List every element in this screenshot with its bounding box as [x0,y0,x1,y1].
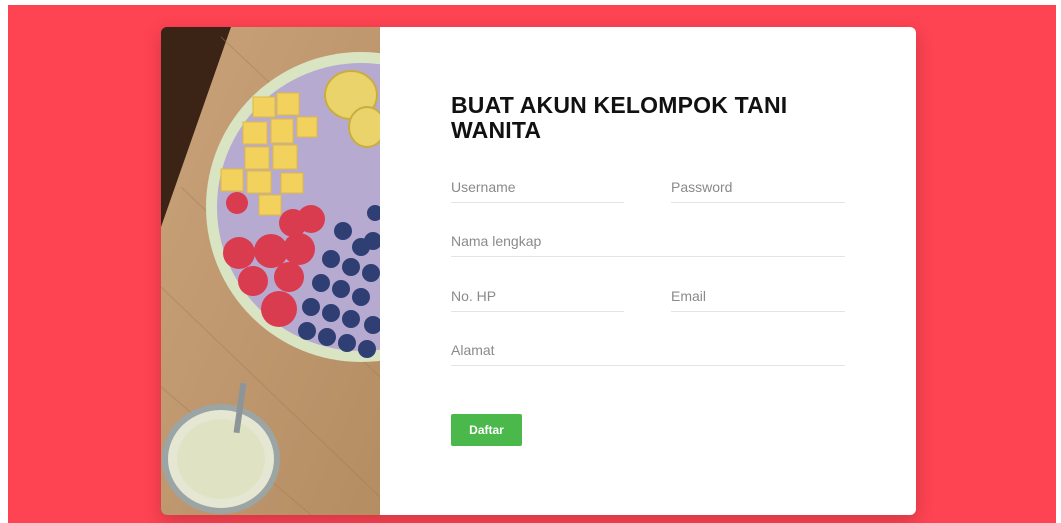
signup-form: BUAT AKUN KELOMPOK TANI WANITA Daftar [451,27,851,515]
address-input[interactable] [451,335,845,366]
register-button[interactable]: Daftar [451,414,522,446]
password-input[interactable] [671,172,845,203]
username-input[interactable] [451,172,624,203]
full-name-input[interactable] [451,226,845,257]
fruit-bowl-image [161,27,380,515]
email-input[interactable] [671,281,845,312]
page-title: BUAT AKUN KELOMPOK TANI WANITA [451,92,788,143]
signup-card: BUAT AKUN KELOMPOK TANI WANITA Daftar [161,27,916,515]
phone-input[interactable] [451,281,624,312]
